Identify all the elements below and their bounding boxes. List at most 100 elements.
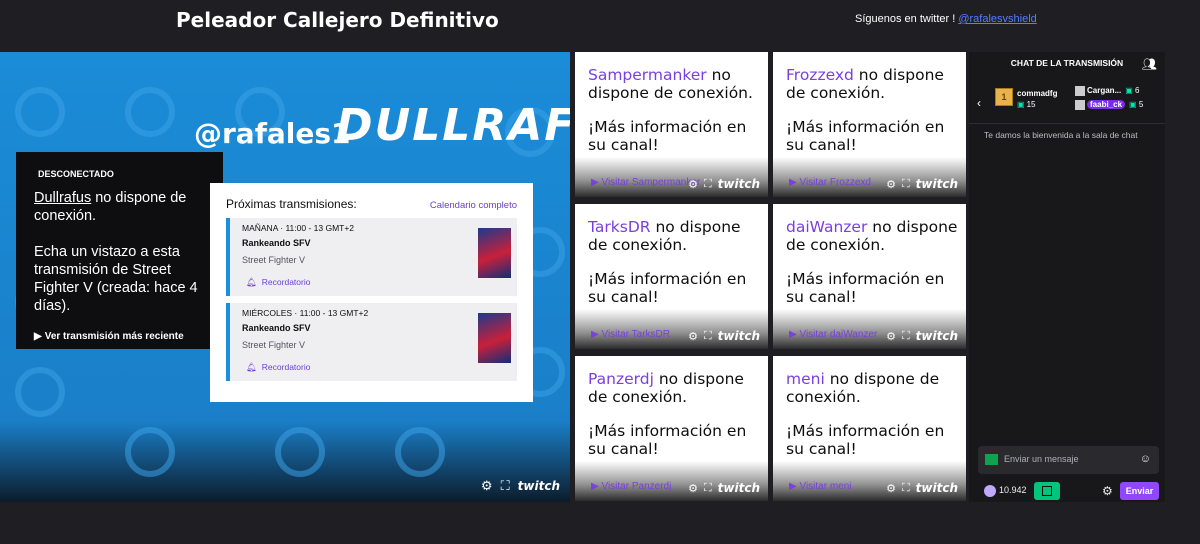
settings-icon[interactable]: ⚙ (481, 478, 493, 494)
tile-controls: ⚙ ⛶ twitch (688, 481, 760, 495)
claim-bonus-button[interactable] (1034, 482, 1060, 500)
channel-tile[interactable]: meni no dispone de conexión. ¡Más inform… (773, 356, 966, 501)
gifter-name: faabi_ck (1087, 100, 1126, 110)
tile-visit-link[interactable]: ▶ Visitar Sampermanker (591, 177, 700, 188)
channel-points-value[interactable]: 10.942 (999, 485, 1027, 495)
tile-visit-label: Visitar TarksDR (601, 329, 671, 340)
tile-channel-name[interactable]: Sampermanker (588, 66, 707, 84)
fullscreen-icon[interactable]: ⛶ (501, 478, 510, 494)
gift-leaderboard: ‹ 1 commadfg ▣ 15 Cargan... ▣ 6 faabi_ck ▣ … (969, 84, 1165, 124)
twitch-logo[interactable]: twitch (916, 177, 958, 191)
tile-offline-message: TarksDR no dispone de conexión. (588, 218, 763, 254)
tile-visit-link[interactable]: ▶ Visitar daiWanzer (789, 329, 877, 340)
tile-channel-name[interactable]: meni (786, 370, 825, 388)
channel-points-icon[interactable] (984, 485, 996, 497)
tile-controls: ⚙ ⛶ twitch (886, 329, 958, 343)
game-box-art[interactable] (478, 313, 511, 363)
tile-visit-link[interactable]: ▶ Visitar meni (789, 481, 852, 492)
calendar-link[interactable]: Calendario completo (430, 200, 517, 211)
cheer-icon[interactable] (985, 454, 998, 465)
gift-icon: ▣ (1129, 100, 1137, 110)
schedule-game[interactable]: Street Fighter V (242, 255, 505, 265)
twitch-logo[interactable]: twitch (718, 481, 760, 495)
channel-tile[interactable]: daiWanzer no dispone de conexión. ¡Más i… (773, 204, 966, 349)
gifter[interactable]: Cargan... ▣ 6 (1075, 86, 1165, 100)
tile-channel-name[interactable]: Frozzexd (786, 66, 854, 84)
tile-visit-label: Visitar meni (799, 481, 852, 492)
watch-recent-label: Ver transmisión más reciente (44, 331, 184, 342)
tile-visit-link[interactable]: ▶ Visitar Panzerdj (591, 481, 671, 492)
fullscreen-icon[interactable]: ⛶ (704, 330, 712, 343)
twitch-logo[interactable]: twitch (518, 479, 560, 493)
reminder-button[interactable]: 🔔︎ Recordatorio (242, 362, 505, 373)
settings-icon[interactable]: ⚙ (688, 178, 698, 191)
emote-icon[interactable]: ☺ (1140, 453, 1151, 465)
schedule-title: Próximas transmisiones: (226, 197, 357, 211)
twitch-logo[interactable]: twitch (718, 329, 760, 343)
tile-channel-name[interactable]: Panzerdj (588, 370, 654, 388)
banner-handle: @rafales1 (194, 117, 351, 150)
users-icon[interactable]: 👥︎ (1142, 57, 1157, 71)
tile-more-info: ¡Más información en su canal! (588, 422, 747, 458)
settings-icon[interactable]: ⚙ (1102, 484, 1113, 498)
twitch-logo[interactable]: twitch (916, 481, 958, 495)
tile-channel-name[interactable]: daiWanzer (786, 218, 867, 236)
settings-icon[interactable]: ⚙ (886, 178, 896, 191)
bottom-bar (0, 502, 1200, 544)
offline-panel: DESCONECTADO Dullrafus no dispone de con… (16, 152, 223, 349)
chat-welcome: Te damos la bienvenida a la sala de chat (984, 130, 1138, 140)
top-gifter[interactable]: 1 commadfg ▣ 15 (995, 88, 1057, 112)
chat-title: CHAT DE LA TRANSMISIÓN (1010, 58, 1124, 68)
avatar (1075, 100, 1085, 110)
fullscreen-icon[interactable]: ⛶ (902, 482, 910, 495)
send-button[interactable]: Enviar (1120, 482, 1159, 500)
tile-more-info: ¡Más información en su canal! (786, 270, 945, 306)
tile-offline-message: meni no dispone de conexión. (786, 370, 961, 406)
tile-controls: ⚙ ⛶ twitch (688, 329, 760, 343)
settings-icon[interactable]: ⚙ (688, 482, 698, 495)
fullscreen-icon[interactable]: ⛶ (902, 178, 910, 191)
schedule-game[interactable]: Street Fighter V (242, 340, 505, 350)
offline-badge: DESCONECTADO (38, 169, 114, 179)
gifter-count-row: ▣ 15 (1017, 100, 1035, 109)
channel-tile[interactable]: Panzerdj no dispone de conexión. ¡Más in… (575, 356, 768, 501)
gifter[interactable]: faabi_ck ▣ 5 (1075, 100, 1165, 114)
settings-icon[interactable]: ⚙ (688, 330, 698, 343)
avatar (1075, 86, 1085, 96)
channel-tile[interactable]: Sampermanker no dispone de conexión. ¡Má… (575, 52, 768, 197)
tile-controls: ⚙ ⛶ twitch (886, 177, 958, 191)
tile-visit-link[interactable]: ▶ Visitar TarksDR (591, 329, 670, 340)
gifter-count: 6 (1135, 86, 1140, 96)
tile-more-info: ¡Más información en su canal! (588, 118, 747, 154)
tile-visit-link[interactable]: ▶ Visitar Frozzexd (789, 177, 871, 188)
channel-link[interactable]: Dullrafus (34, 190, 91, 206)
reminder-button[interactable]: 🔔︎ Recordatorio (242, 277, 505, 288)
settings-icon[interactable]: ⚙ (886, 482, 896, 495)
chat-panel: CHAT DE LA TRANSMISIÓN 👥︎ ‹ 1 commadfg ▣… (969, 52, 1165, 502)
offline-message: Dullrafus no dispone de conexión. (34, 189, 205, 225)
fullscreen-icon[interactable]: ⛶ (704, 178, 712, 191)
tile-channel-name[interactable]: TarksDR (588, 218, 651, 236)
twitter-link[interactable]: @rafalesvshield (958, 13, 1036, 25)
chevron-left-icon[interactable]: ‹ (977, 96, 981, 110)
banner-name: DULLRAF (336, 100, 570, 151)
schedule-panel: Próximas transmisiones: Calendario compl… (210, 183, 533, 402)
follow-label: Síguenos en twitter ! (855, 13, 959, 25)
watch-recent-button[interactable]: ▶ Ver transmisión más reciente (34, 331, 205, 342)
settings-icon[interactable]: ⚙ (886, 330, 896, 343)
twitch-logo[interactable]: twitch (718, 177, 760, 191)
game-box-art[interactable] (478, 228, 511, 278)
tile-offline-message: Panzerdj no dispone de conexión. (588, 370, 763, 406)
main-player[interactable]: @rafales1 DULLRAF DESCONECTADO Dullrafus… (0, 52, 570, 502)
chat-input[interactable]: Enviar un mensaje ☺ (978, 446, 1159, 474)
channel-tile[interactable]: TarksDR no dispone de conexión. ¡Más inf… (575, 204, 768, 349)
gifter-count: 5 (1138, 100, 1144, 110)
fullscreen-icon[interactable]: ⛶ (902, 330, 910, 343)
twitch-logo[interactable]: twitch (916, 329, 958, 343)
fullscreen-icon[interactable]: ⛶ (704, 482, 712, 495)
channel-tile[interactable]: Frozzexd no dispone de conexión. ¡Más in… (773, 52, 966, 197)
bell-icon: 🔔︎ (246, 362, 257, 372)
follow-text: Síguenos en twitter ! @rafalesvshield (855, 13, 1037, 25)
tile-offline-message: daiWanzer no dispone de conexión. (786, 218, 961, 254)
schedule-item: MAÑANA · 11:00 - 13 GMT+2 Rankeando SFV … (226, 218, 517, 296)
